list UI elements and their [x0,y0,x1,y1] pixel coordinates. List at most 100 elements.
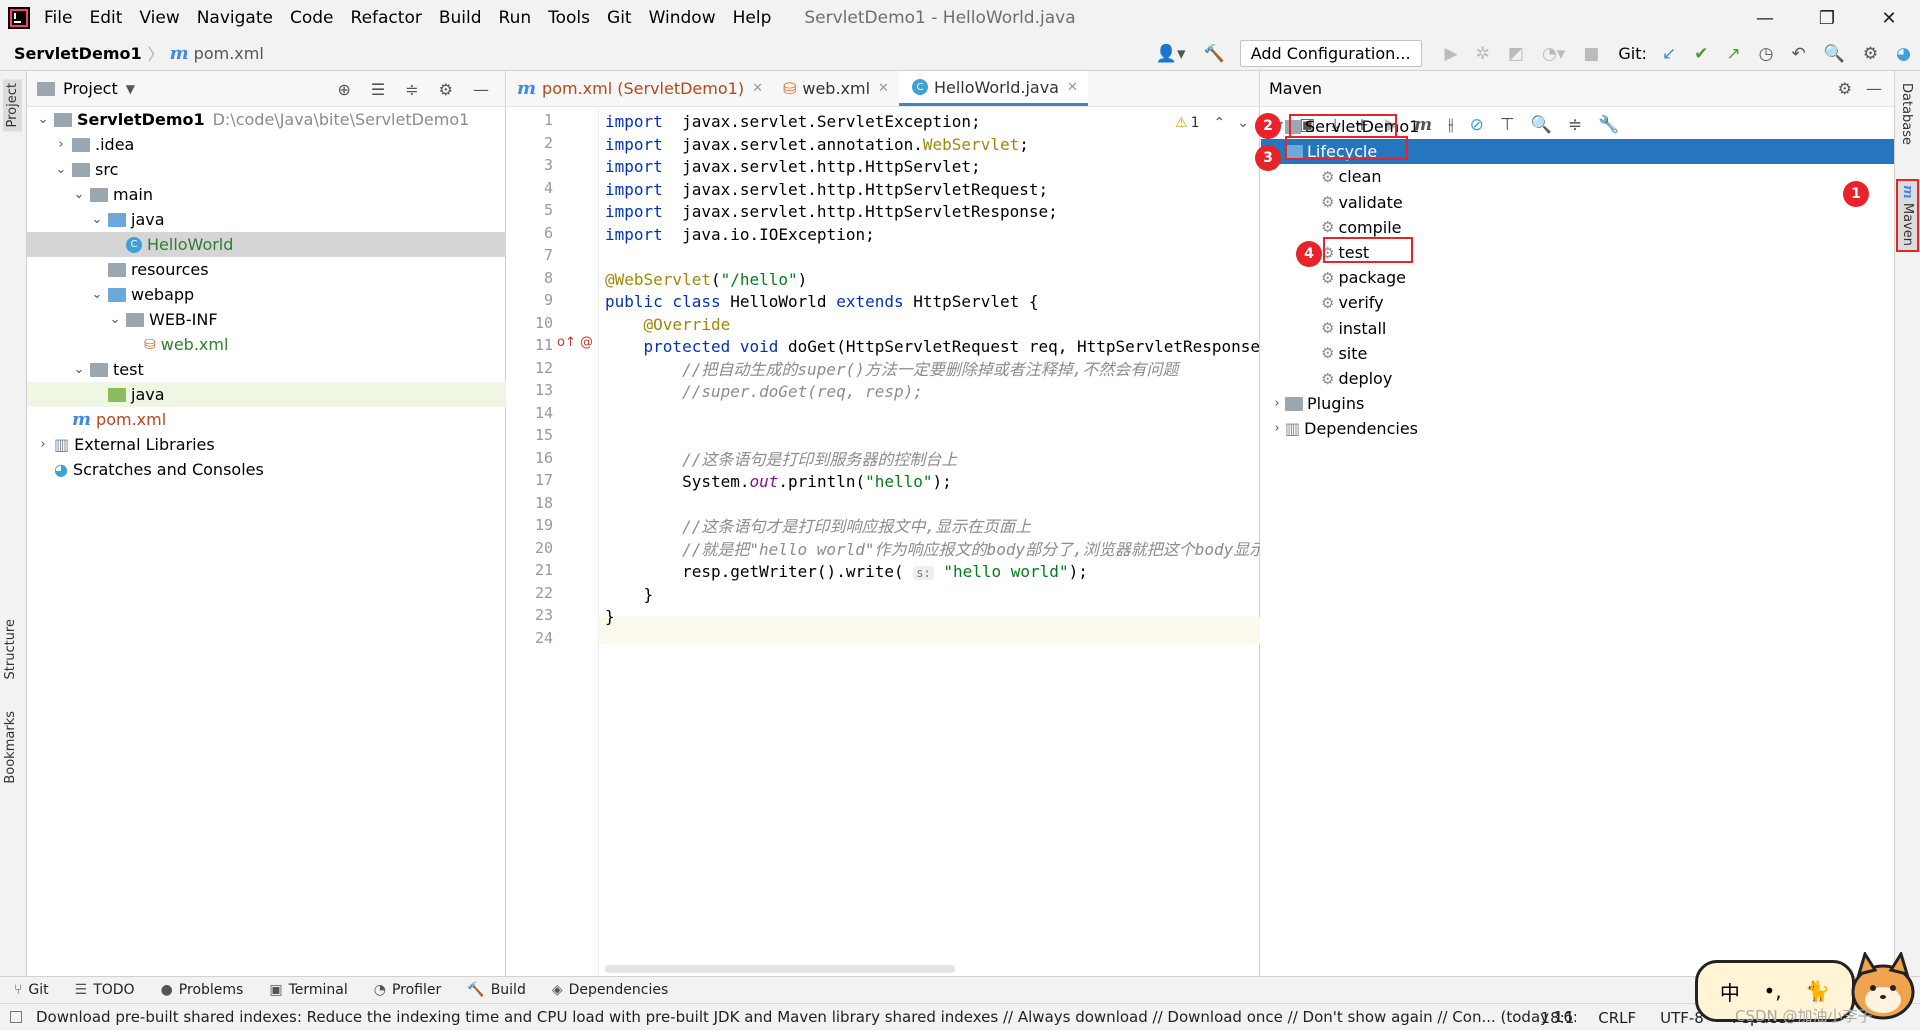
tree-item-src[interactable]: ⌄ src [27,157,506,182]
maven-plugins[interactable]: › Plugins [1261,391,1894,416]
bottom-tab-git[interactable]: ⑂ Git [14,982,49,998]
coverage-icon[interactable]: ◩ [1508,44,1524,64]
expand-all-icon[interactable]: ☰ [371,80,385,99]
maven-phase-install[interactable]: ⚙ install [1261,316,1894,341]
tree-expand-arrow-icon[interactable]: ⌄ [89,287,105,302]
bottom-tab-terminal[interactable]: ▣ Terminal [269,982,347,998]
profile-icon[interactable]: ◔▾ [1542,44,1565,64]
add-configuration-button[interactable]: Add Configuration... [1239,40,1422,67]
prev-highlight-icon[interactable]: ⌃ [1214,115,1226,131]
menu-navigate[interactable]: Navigate [197,8,273,28]
search-icon[interactable]: 🔍 [1824,44,1845,64]
menu-refactor[interactable]: Refactor [351,8,422,28]
bottom-tab-todo[interactable]: ☰ TODO [75,982,135,998]
ime-punctuation[interactable]: •, [1763,979,1781,1003]
bottom-tab-build[interactable]: 🔨 Build [467,982,526,998]
caret-position[interactable]: 18:1 [1541,1009,1575,1027]
maven-phase-deploy[interactable]: ⚙ deploy [1261,366,1894,391]
hide-panel-icon[interactable]: — [473,80,489,99]
bottom-tab-profiler[interactable]: ◔ Profiler [374,982,442,998]
tree-expand-arrow-icon[interactable]: › [53,137,69,152]
tree-expand-arrow-icon[interactable]: ⌄ [35,112,51,127]
hide-maven-icon[interactable]: — [1866,79,1882,98]
maven-phase-validate[interactable]: ⚙ validate [1261,190,1894,215]
inspection-widget[interactable]: ⚠ 1 ⌃ ⌄ [1175,115,1249,131]
settings-gear-icon[interactable]: ⚙ [1863,44,1878,64]
menu-git[interactable]: Git [607,8,632,28]
editor-tab-pom-xml-servletdemo1-[interactable]: m pom.xml (ServletDemo1) ✕ [507,71,773,106]
menu-view[interactable]: View [139,8,179,28]
stop-icon[interactable]: ■ [1583,44,1599,64]
rollback-icon[interactable]: ↶ [1791,44,1805,64]
project-tool-tab[interactable]: Project [3,79,22,132]
editor-tab-helloworld-java[interactable]: C HelloWorld.java ✕ [898,71,1088,106]
tree-expand-arrow-icon[interactable]: ⌄ [107,312,123,327]
tree-item-servletdemo1[interactable]: ⌄ ServletDemo1 D:\code\Java\bite\ServletDe… [27,107,506,132]
restore-button[interactable]: ❐ [1796,0,1858,36]
editor-tab-web-xml[interactable]: ⛁ web.xml ✕ [773,71,899,106]
tree-item--idea[interactable]: › .idea [27,132,506,157]
ime-chinese-mode[interactable]: 中 [1720,977,1740,1006]
menu-build[interactable]: Build [439,8,482,28]
close-tab-icon[interactable]: ✕ [878,81,889,96]
locate-file-icon[interactable]: ⊕ [338,80,351,99]
build-hammer-icon[interactable]: 🔨 [1204,44,1225,64]
tree-item-helloworld[interactable]: C HelloWorld [27,232,506,257]
maven-options-gear-icon[interactable]: ⚙ [1838,79,1852,98]
tree-item-java[interactable]: ⌄ java [27,207,506,232]
maven-phase-site[interactable]: ⚙ site [1261,341,1894,366]
ime-cat-icon[interactable]: 🐈 [1805,979,1830,1003]
maven-phase-clean[interactable]: ⚙ clean [1261,164,1894,189]
chevron-down-icon[interactable]: ▼ [126,82,135,96]
tree-item-external-libraries[interactable]: › ▥ External Libraries [27,432,506,457]
menu-help[interactable]: Help [733,8,772,28]
horizontal-scrollbar[interactable] [605,965,955,973]
menu-window[interactable]: Window [649,8,716,28]
tree-item-web-inf[interactable]: ⌄ WEB-INF [27,307,506,332]
tree-item-java[interactable]: java [27,382,506,407]
options-gear-icon[interactable]: ⚙ [439,80,453,99]
breadcrumb-project[interactable]: ServletDemo1 [14,44,142,63]
override-marker-icon[interactable]: o↑ @ [557,335,593,350]
code-area[interactable]: import javax.servlet.ServletException; im… [605,107,1260,976]
tree-item-test[interactable]: ⌄ test [27,357,506,382]
menu-run[interactable]: Run [499,8,532,28]
menu-edit[interactable]: Edit [89,8,122,28]
git-push-icon[interactable]: ↗ [1726,44,1740,64]
database-tool-tab[interactable]: Database [1899,83,1914,145]
menu-file[interactable]: File [44,8,72,28]
bookmarks-tool-tab[interactable]: Bookmarks [3,711,18,784]
git-commit-icon[interactable]: ✔ [1694,44,1708,64]
tree-expand-arrow-icon[interactable]: ⌄ [71,187,87,202]
tree-expand-arrow-icon[interactable]: › [35,437,51,452]
plugin-logo-icon[interactable]: ◕ [1896,44,1911,64]
tree-expand-arrow-icon[interactable]: › [1269,396,1285,411]
intellij-app-icon[interactable] [8,7,30,29]
debug-icon[interactable]: ✲ [1476,44,1490,64]
tree-item-resources[interactable]: resources [27,257,506,282]
bottom-tab-problems[interactable]: ● Problems [161,982,244,998]
tree-expand-arrow-icon[interactable]: ⌄ [71,362,87,377]
tree-expand-arrow-icon[interactable]: ⌄ [53,162,69,177]
structure-tool-tab[interactable]: Structure [3,619,18,679]
minimize-button[interactable]: — [1734,0,1796,36]
maven-phase-package[interactable]: ⚙ package [1261,265,1894,290]
tree-item-web-xml[interactable]: ⛁ web.xml [27,332,506,357]
tree-item-pom-xml[interactable]: m pom.xml [27,407,506,432]
next-highlight-icon[interactable]: ⌄ [1237,115,1249,131]
collapse-all-icon[interactable]: ≑ [405,80,418,99]
close-tab-icon[interactable]: ✕ [752,81,763,96]
history-icon[interactable]: ◷ [1759,44,1774,64]
tree-item-webapp[interactable]: ⌄ webapp [27,282,506,307]
tree-item-scratches-and-consoles[interactable]: ◕ Scratches and Consoles [27,457,506,482]
line-separator[interactable]: CRLF [1598,1009,1636,1027]
maven-dependencies[interactable]: › ▥ Dependencies [1261,416,1894,441]
menu-tools[interactable]: Tools [548,8,590,28]
status-message[interactable]: Download pre-built shared indexes: Reduc… [36,1008,1576,1026]
tree-expand-arrow-icon[interactable]: › [1269,421,1285,436]
maven-tool-tab[interactable]: m Maven [1896,179,1919,253]
event-log-icon[interactable] [10,1011,22,1023]
close-window-button[interactable]: ✕ [1858,0,1920,36]
close-tab-icon[interactable]: ✕ [1067,80,1078,95]
breadcrumb-file[interactable]: pom.xml [194,44,264,63]
